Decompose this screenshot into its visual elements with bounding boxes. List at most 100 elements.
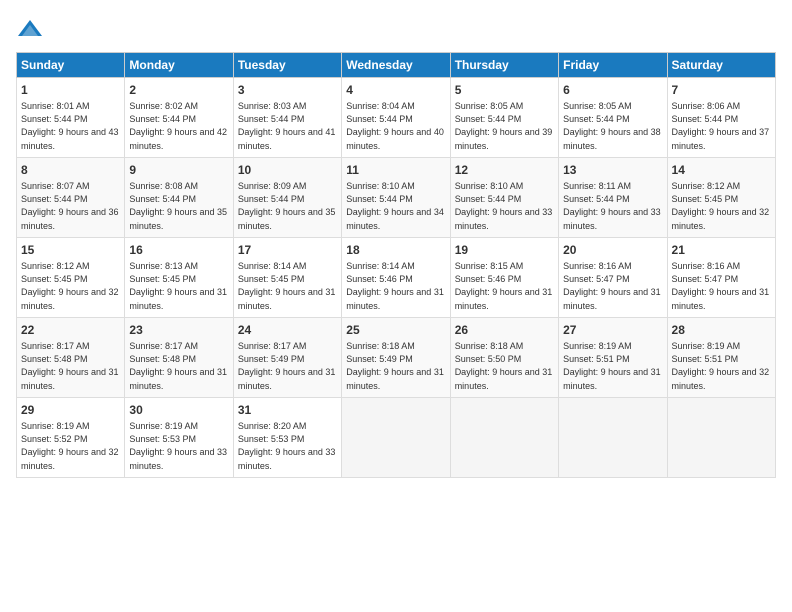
day-number: 25 [346,322,445,339]
calendar-row: 15 Sunrise: 8:12 AMSunset: 5:45 PMDaylig… [17,237,776,317]
day-info: Sunrise: 8:12 AMSunset: 5:45 PMDaylight:… [672,181,770,231]
calendar-cell: 13 Sunrise: 8:11 AMSunset: 5:44 PMDaylig… [559,157,667,237]
calendar-cell: 21 Sunrise: 8:16 AMSunset: 5:47 PMDaylig… [667,237,775,317]
calendar: SundayMondayTuesdayWednesdayThursdayFrid… [16,52,776,478]
day-number: 31 [238,402,337,419]
day-number: 26 [455,322,554,339]
day-info: Sunrise: 8:07 AMSunset: 5:44 PMDaylight:… [21,181,119,231]
day-info: Sunrise: 8:05 AMSunset: 5:44 PMDaylight:… [563,101,661,151]
calendar-cell: 10 Sunrise: 8:09 AMSunset: 5:44 PMDaylig… [233,157,341,237]
day-number: 16 [129,242,228,259]
calendar-cell: 20 Sunrise: 8:16 AMSunset: 5:47 PMDaylig… [559,237,667,317]
day-info: Sunrise: 8:04 AMSunset: 5:44 PMDaylight:… [346,101,444,151]
day-number: 10 [238,162,337,179]
logo [16,16,48,44]
day-info: Sunrise: 8:19 AMSunset: 5:51 PMDaylight:… [672,341,770,391]
day-number: 1 [21,82,120,99]
calendar-cell: 4 Sunrise: 8:04 AMSunset: 5:44 PMDayligh… [342,78,450,158]
calendar-cell [342,397,450,477]
calendar-row: 8 Sunrise: 8:07 AMSunset: 5:44 PMDayligh… [17,157,776,237]
day-info: Sunrise: 8:06 AMSunset: 5:44 PMDaylight:… [672,101,770,151]
calendar-cell: 23 Sunrise: 8:17 AMSunset: 5:48 PMDaylig… [125,317,233,397]
weekday-header-monday: Monday [125,53,233,78]
day-number: 6 [563,82,662,99]
logo-icon [16,16,44,44]
calendar-cell: 22 Sunrise: 8:17 AMSunset: 5:48 PMDaylig… [17,317,125,397]
calendar-cell: 2 Sunrise: 8:02 AMSunset: 5:44 PMDayligh… [125,78,233,158]
day-info: Sunrise: 8:09 AMSunset: 5:44 PMDaylight:… [238,181,336,231]
calendar-cell: 29 Sunrise: 8:19 AMSunset: 5:52 PMDaylig… [17,397,125,477]
calendar-cell: 30 Sunrise: 8:19 AMSunset: 5:53 PMDaylig… [125,397,233,477]
day-number: 22 [21,322,120,339]
weekday-header-wednesday: Wednesday [342,53,450,78]
day-number: 28 [672,322,771,339]
day-info: Sunrise: 8:19 AMSunset: 5:53 PMDaylight:… [129,421,227,471]
day-info: Sunrise: 8:02 AMSunset: 5:44 PMDaylight:… [129,101,227,151]
day-number: 3 [238,82,337,99]
day-number: 29 [21,402,120,419]
day-info: Sunrise: 8:05 AMSunset: 5:44 PMDaylight:… [455,101,553,151]
day-info: Sunrise: 8:18 AMSunset: 5:50 PMDaylight:… [455,341,553,391]
calendar-cell: 15 Sunrise: 8:12 AMSunset: 5:45 PMDaylig… [17,237,125,317]
day-info: Sunrise: 8:18 AMSunset: 5:49 PMDaylight:… [346,341,444,391]
day-number: 19 [455,242,554,259]
day-number: 17 [238,242,337,259]
calendar-cell: 19 Sunrise: 8:15 AMSunset: 5:46 PMDaylig… [450,237,558,317]
day-info: Sunrise: 8:19 AMSunset: 5:52 PMDaylight:… [21,421,119,471]
day-number: 23 [129,322,228,339]
calendar-cell: 24 Sunrise: 8:17 AMSunset: 5:49 PMDaylig… [233,317,341,397]
day-info: Sunrise: 8:14 AMSunset: 5:45 PMDaylight:… [238,261,336,311]
weekday-header-sunday: Sunday [17,53,125,78]
day-number: 15 [21,242,120,259]
day-info: Sunrise: 8:10 AMSunset: 5:44 PMDaylight:… [455,181,553,231]
weekday-header-thursday: Thursday [450,53,558,78]
calendar-cell: 25 Sunrise: 8:18 AMSunset: 5:49 PMDaylig… [342,317,450,397]
day-info: Sunrise: 8:14 AMSunset: 5:46 PMDaylight:… [346,261,444,311]
calendar-cell: 31 Sunrise: 8:20 AMSunset: 5:53 PMDaylig… [233,397,341,477]
calendar-cell: 6 Sunrise: 8:05 AMSunset: 5:44 PMDayligh… [559,78,667,158]
calendar-cell: 7 Sunrise: 8:06 AMSunset: 5:44 PMDayligh… [667,78,775,158]
day-number: 7 [672,82,771,99]
calendar-cell: 27 Sunrise: 8:19 AMSunset: 5:51 PMDaylig… [559,317,667,397]
calendar-cell: 26 Sunrise: 8:18 AMSunset: 5:50 PMDaylig… [450,317,558,397]
calendar-cell: 17 Sunrise: 8:14 AMSunset: 5:45 PMDaylig… [233,237,341,317]
calendar-cell: 5 Sunrise: 8:05 AMSunset: 5:44 PMDayligh… [450,78,558,158]
calendar-row: 22 Sunrise: 8:17 AMSunset: 5:48 PMDaylig… [17,317,776,397]
calendar-row: 29 Sunrise: 8:19 AMSunset: 5:52 PMDaylig… [17,397,776,477]
page: SundayMondayTuesdayWednesdayThursdayFrid… [0,0,792,612]
day-number: 8 [21,162,120,179]
day-info: Sunrise: 8:11 AMSunset: 5:44 PMDaylight:… [563,181,661,231]
day-number: 30 [129,402,228,419]
calendar-row: 1 Sunrise: 8:01 AMSunset: 5:44 PMDayligh… [17,78,776,158]
day-info: Sunrise: 8:17 AMSunset: 5:48 PMDaylight:… [129,341,227,391]
calendar-cell: 9 Sunrise: 8:08 AMSunset: 5:44 PMDayligh… [125,157,233,237]
day-info: Sunrise: 8:17 AMSunset: 5:48 PMDaylight:… [21,341,119,391]
weekday-header-saturday: Saturday [667,53,775,78]
day-number: 21 [672,242,771,259]
day-number: 12 [455,162,554,179]
calendar-cell [450,397,558,477]
day-number: 20 [563,242,662,259]
day-info: Sunrise: 8:16 AMSunset: 5:47 PMDaylight:… [672,261,770,311]
calendar-cell: 12 Sunrise: 8:10 AMSunset: 5:44 PMDaylig… [450,157,558,237]
calendar-cell: 8 Sunrise: 8:07 AMSunset: 5:44 PMDayligh… [17,157,125,237]
calendar-cell: 18 Sunrise: 8:14 AMSunset: 5:46 PMDaylig… [342,237,450,317]
day-info: Sunrise: 8:13 AMSunset: 5:45 PMDaylight:… [129,261,227,311]
day-number: 2 [129,82,228,99]
calendar-cell [559,397,667,477]
day-info: Sunrise: 8:19 AMSunset: 5:51 PMDaylight:… [563,341,661,391]
day-info: Sunrise: 8:01 AMSunset: 5:44 PMDaylight:… [21,101,119,151]
weekday-header-friday: Friday [559,53,667,78]
calendar-cell: 1 Sunrise: 8:01 AMSunset: 5:44 PMDayligh… [17,78,125,158]
day-info: Sunrise: 8:16 AMSunset: 5:47 PMDaylight:… [563,261,661,311]
day-number: 24 [238,322,337,339]
calendar-cell: 16 Sunrise: 8:13 AMSunset: 5:45 PMDaylig… [125,237,233,317]
day-info: Sunrise: 8:03 AMSunset: 5:44 PMDaylight:… [238,101,336,151]
calendar-cell: 3 Sunrise: 8:03 AMSunset: 5:44 PMDayligh… [233,78,341,158]
day-number: 4 [346,82,445,99]
day-number: 27 [563,322,662,339]
day-info: Sunrise: 8:10 AMSunset: 5:44 PMDaylight:… [346,181,444,231]
header [16,16,776,44]
day-info: Sunrise: 8:15 AMSunset: 5:46 PMDaylight:… [455,261,553,311]
day-number: 14 [672,162,771,179]
